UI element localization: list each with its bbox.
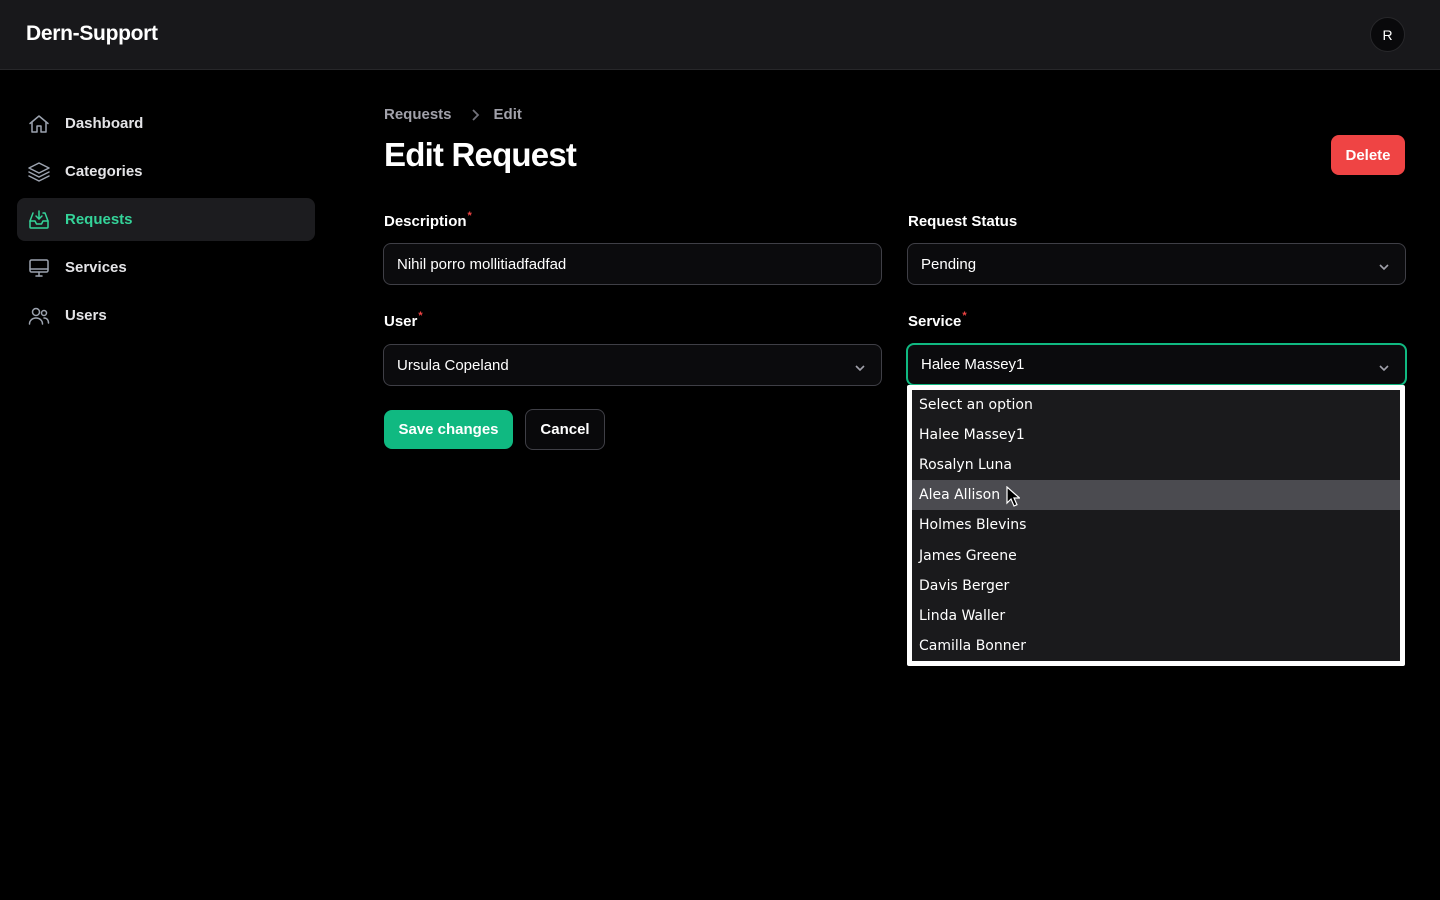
service-label: Service* [908,310,967,330]
users-icon [27,304,51,328]
service-option[interactable]: Halee Massey1 [912,420,1400,450]
inbox-download-icon [27,208,51,232]
breadcrumb-current: Edit [493,106,522,123]
sidebar-item-dashboard[interactable]: Dashboard [17,102,315,145]
service-option[interactable]: Camilla Bonner [912,631,1400,661]
service-dropdown-options: Select an option Halee Massey1 Rosalyn L… [912,390,1400,661]
chevron-right-icon [470,108,480,122]
save-changes-button[interactable]: Save changes [384,410,513,449]
required-asterisk: * [467,210,472,222]
app-title[interactable]: Dern-Support [26,22,158,46]
service-option[interactable]: Davis Berger [912,571,1400,601]
user-label-text: User [384,313,418,330]
user-label: User* [384,310,423,330]
service-label-text: Service [908,313,962,330]
breadcrumb-parent-link[interactable]: Requests [384,106,452,123]
service-option[interactable]: James Greene [912,540,1400,570]
service-option[interactable]: Select an option [912,390,1400,420]
service-option[interactable]: Linda Waller [912,601,1400,631]
cancel-button[interactable]: Cancel [525,409,605,450]
user-avatar[interactable]: R [1370,17,1405,52]
request-status-select[interactable]: Pending [907,243,1406,285]
delete-button[interactable]: Delete [1331,135,1405,175]
sidebar-item-categories[interactable]: Categories [17,150,315,193]
service-option[interactable]: Holmes Blevins [912,510,1400,540]
layers-icon [27,160,51,184]
required-asterisk: * [962,310,967,322]
description-label: Description* [384,210,472,230]
sidebar-item-label: Dashboard [65,115,144,132]
sidebar-item-label: Services [65,259,127,276]
request-status-value: Pending [921,255,977,273]
sidebar-item-label: Categories [65,163,143,180]
breadcrumb: Requests Edit [384,106,522,123]
service-value: Halee Massey1 [921,356,1025,373]
service-dropdown-list: Select an option Halee Massey1 Rosalyn L… [907,385,1405,666]
service-option[interactable]: Rosalyn Luna [912,450,1400,480]
required-asterisk: * [418,310,423,322]
request-status-label: Request Status [908,213,1018,230]
service-select[interactable]: Halee Massey1 [906,343,1407,386]
mouse-cursor-icon [1006,486,1020,507]
monitor-icon [27,256,51,280]
top-bar: Dern-Support R [0,0,1440,70]
description-label-text: Description [384,213,467,230]
description-value: Nihil porro mollitiadfadfad [397,255,567,273]
home-icon [27,112,51,136]
chevron-down-icon [853,360,867,372]
service-option-hovered[interactable]: Alea Allison [912,480,1400,511]
sidebar-item-requests[interactable]: Requests [17,198,315,241]
chevron-down-icon [1377,360,1391,371]
sidebar-item-users[interactable]: Users [17,294,315,337]
user-value: Ursula Copeland [397,356,509,374]
sidebar-item-label: Users [65,307,107,324]
chevron-down-icon [1377,259,1391,271]
description-input[interactable]: Nihil porro mollitiadfadfad [383,243,882,285]
page-title: Edit Request [384,136,577,173]
sidebar-item-label: Requests [65,211,133,228]
sidebar: Dashboard Categories Requests Services U… [17,102,315,342]
sidebar-item-services[interactable]: Services [17,246,315,289]
user-select[interactable]: Ursula Copeland [383,344,882,386]
